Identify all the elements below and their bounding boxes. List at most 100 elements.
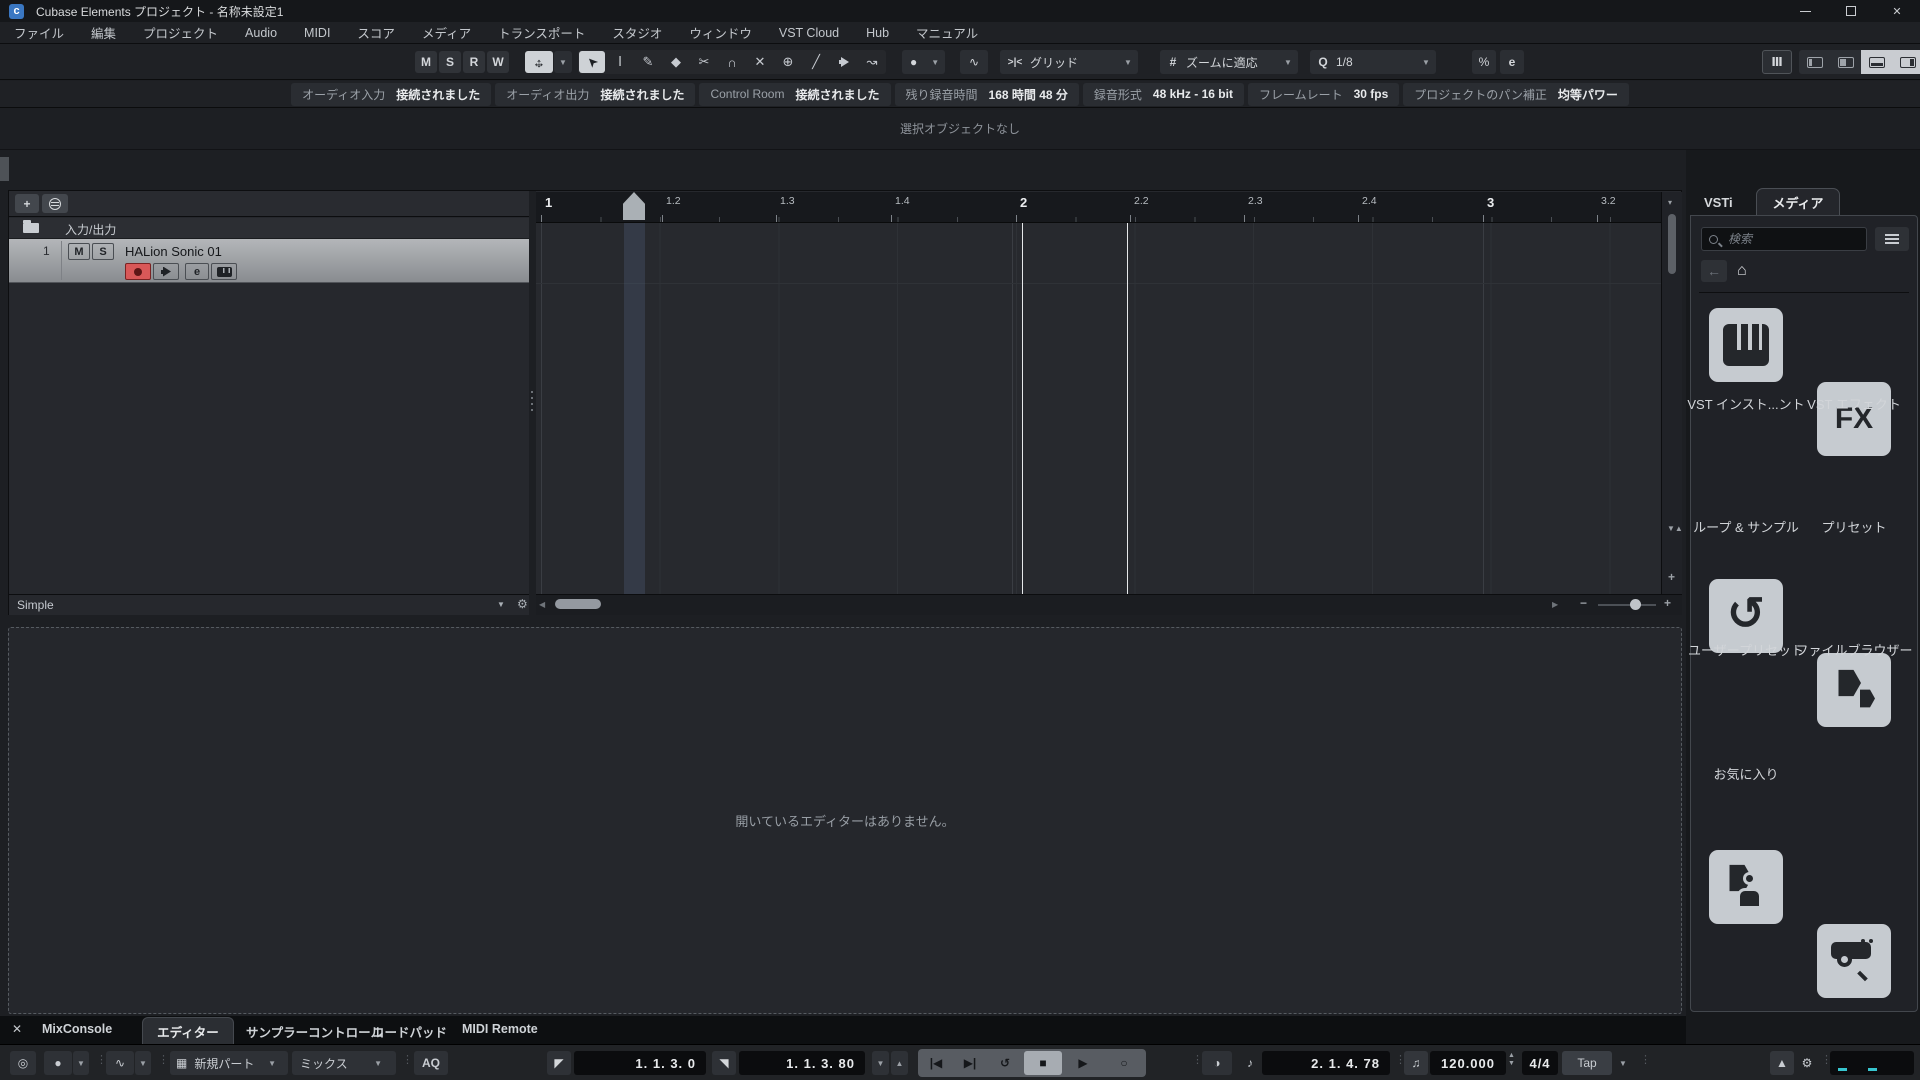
global-mute-button[interactable]: M <box>415 51 437 73</box>
grid-type-value[interactable]: ズームに適応 <box>1186 54 1278 71</box>
erase-tool[interactable]: ◆ <box>663 51 689 73</box>
tab-midi-remote[interactable]: MIDI Remote <box>462 1022 538 1036</box>
open-instrument-button[interactable] <box>211 263 237 280</box>
play-tool[interactable] <box>831 51 857 73</box>
media-home-button[interactable]: ⌂ <box>1737 262 1747 280</box>
horizontal-scrollbar[interactable]: ◀ ▶ − + <box>536 594 1682 615</box>
tab-sampler-control[interactable]: サンプラーコントロール <box>246 1022 383 1041</box>
tab-media[interactable]: メディア <box>1756 188 1840 216</box>
draw-tool[interactable]: ✎ <box>635 51 661 73</box>
menu-project[interactable]: プロジェクト <box>143 23 218 42</box>
close-lower-zone-icon[interactable]: ✕ <box>12 1022 22 1036</box>
go-to-end-button[interactable]: ▶| <box>954 1051 986 1075</box>
left-locator-flag-button[interactable]: ◤ <box>547 1051 571 1075</box>
record-enable-button[interactable] <box>125 263 151 280</box>
quantize-panel-button[interactable]: e <box>1500 50 1524 74</box>
track-row[interactable]: 1 M S HALion Sonic 01 e <box>9 239 529 283</box>
record-button[interactable]: ○ <box>1104 1051 1144 1075</box>
tempo-spinner[interactable]: ▲ ▼ <box>1508 1052 1515 1067</box>
io-folder-row[interactable]: 入力/出力 <box>9 218 529 239</box>
track-preset-name[interactable]: Simple <box>17 598 54 612</box>
iterative-quantize-button[interactable]: % <box>1472 50 1496 74</box>
media-back-button[interactable]: ← <box>1701 260 1727 282</box>
track-settings-gear-icon[interactable]: ⚙ <box>517 597 528 611</box>
zoom-tool[interactable]: ⊕ <box>775 51 801 73</box>
grid-type-caret[interactable]: ▼ <box>1278 58 1298 67</box>
preset-caret-icon[interactable]: ▼ <box>497 600 505 609</box>
auto-scroll-button[interactable]: ↔ ↕ <box>525 51 553 73</box>
color-menu[interactable]: ● ▼ <box>902 50 946 74</box>
status-frame-rate[interactable]: フレームレート 30 fps <box>1247 82 1400 106</box>
hzoom-slider-knob[interactable] <box>1630 599 1641 610</box>
on-screen-keyboard-button[interactable]: Ⅲ <box>1762 50 1792 74</box>
quantize-preset-caret[interactable]: ▼ <box>1416 58 1436 67</box>
right-locator-display[interactable]: 1. 1. 3. 80 <box>739 1051 865 1075</box>
vertical-scrollbar[interactable]: ▾ ▼▲ + <box>1661 192 1683 594</box>
right-locator-flag-button[interactable]: ◥ <box>712 1051 736 1075</box>
range-selection-tool[interactable]: Ⅰ <box>607 51 633 73</box>
tab-vsti[interactable]: VSTi <box>1704 195 1733 210</box>
midi-record-mode-dropdown[interactable]: ▦ 新規パート ▼ <box>170 1051 288 1075</box>
monitor-button[interactable] <box>153 263 179 280</box>
vertical-scroll-thumb[interactable] <box>1668 214 1676 274</box>
lower-zone-toggle[interactable] <box>1861 50 1892 74</box>
common-record-mode-button[interactable]: ● <box>44 1051 72 1075</box>
cycle-button[interactable]: ↺ <box>988 1051 1022 1075</box>
status-audio-input[interactable]: オーディオ入力 接続されました <box>291 82 492 106</box>
go-to-start-button[interactable]: |◀ <box>920 1051 952 1075</box>
glue-tool[interactable]: ∩ <box>719 51 745 73</box>
scroll-right-icon[interactable]: ▶ <box>1552 600 1558 609</box>
tab-editor[interactable]: エディター <box>142 1017 234 1044</box>
global-solo-button[interactable]: S <box>439 51 461 73</box>
menu-studio[interactable]: スタジオ <box>612 23 662 42</box>
pre-roll-button[interactable]: ◑ <box>1202 1051 1232 1075</box>
snap-type-value[interactable]: グリッド <box>1030 54 1118 71</box>
automation-read-button[interactable]: R <box>463 51 485 73</box>
menu-manual[interactable]: マニュアル <box>916 23 978 42</box>
menu-window[interactable]: ウィンドウ <box>689 23 752 42</box>
track-mute-button[interactable]: M <box>68 243 90 260</box>
menu-score[interactable]: スコア <box>357 23 395 42</box>
right-zone-toggle[interactable] <box>1892 50 1920 74</box>
metronome-button[interactable]: ▲ <box>1770 1051 1794 1075</box>
inspector-toggle[interactable] <box>1830 50 1861 74</box>
auto-quantize-button[interactable]: AQ <box>414 1051 448 1075</box>
punch-out-button[interactable]: ▲ <box>891 1051 908 1075</box>
scroll-up-icon[interactable]: ▾ <box>1668 198 1672 207</box>
menu-midi[interactable]: MIDI <box>304 26 330 40</box>
left-locator-display[interactable]: 1. 1. 3. 0 <box>574 1051 706 1075</box>
status-pan-law[interactable]: プロジェクトのパン補正 均等パワー <box>1403 82 1629 106</box>
tempo-display[interactable]: 120.000 <box>1430 1051 1506 1075</box>
track-solo-button[interactable]: S <box>92 243 114 260</box>
audio-record-mode-button[interactable]: ∿ <box>106 1051 134 1075</box>
split-tool[interactable]: ✂ <box>691 51 717 73</box>
menu-transport[interactable]: トランスポート <box>498 23 585 42</box>
quantize-preset-value[interactable]: 1/8 <box>1336 55 1416 69</box>
maximize-button[interactable] <box>1828 0 1874 22</box>
status-audio-output[interactable]: オーディオ出力 接続されました <box>495 82 696 106</box>
constrain-delay-button[interactable]: ◎ <box>10 1051 36 1075</box>
transport-settings-button[interactable]: ⚙ <box>1796 1051 1818 1075</box>
time-signature-display[interactable]: 4/4 <box>1522 1051 1558 1075</box>
stop-button[interactable]: ■ <box>1024 1051 1062 1075</box>
primary-time-format-button[interactable]: ♪ <box>1240 1051 1260 1075</box>
media-search-input[interactable] <box>1726 231 1846 247</box>
tap-tempo-button[interactable]: Tap <box>1562 1051 1612 1075</box>
menu-hub[interactable]: Hub <box>866 26 889 40</box>
menu-edit[interactable]: 編集 <box>91 23 116 42</box>
line-tool[interactable]: ╱ <box>803 51 829 73</box>
menu-vst-cloud[interactable]: VST Cloud <box>779 26 839 40</box>
color-tool[interactable]: ↝ <box>859 51 885 73</box>
hzoom-slider-track[interactable] <box>1598 604 1656 606</box>
track-preset-button[interactable] <box>42 194 68 213</box>
status-record-time[interactable]: 残り録音時間 168 時間 48 分 <box>894 82 1079 106</box>
track-list-splitter[interactable] <box>529 191 536 615</box>
media-list-view-button[interactable] <box>1875 227 1909 251</box>
horizontal-scroll-thumb[interactable] <box>555 599 601 609</box>
menu-file[interactable]: ファイル <box>14 23 64 42</box>
status-record-format[interactable]: 録音形式 48 kHz - 16 bit <box>1082 82 1244 106</box>
tab-chord-pads[interactable]: コードパッド <box>372 1022 447 1041</box>
media-tile-presets[interactable] <box>1817 653 1891 727</box>
play-button[interactable]: ▶ <box>1064 1051 1102 1075</box>
add-track-button[interactable]: + <box>15 194 39 213</box>
